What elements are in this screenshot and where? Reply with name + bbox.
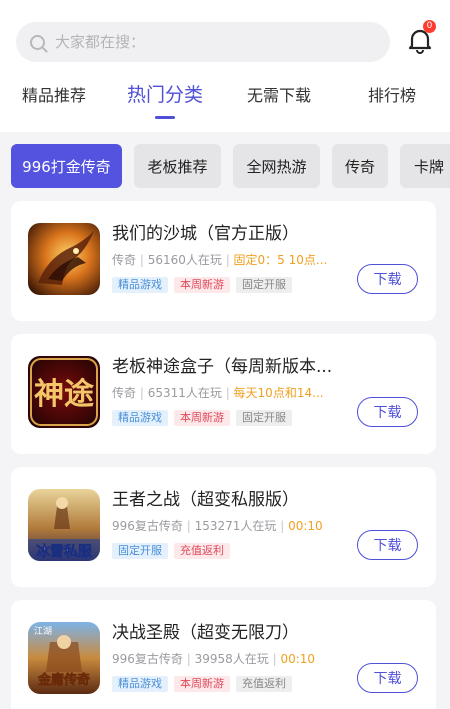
game-icon-text: 神途	[34, 377, 95, 412]
download-button[interactable]: 下载	[357, 264, 418, 294]
tag: 固定开服	[236, 410, 292, 426]
chip-boss-recommend[interactable]: 老板推荐	[134, 144, 221, 188]
tag: 本周新游	[174, 410, 230, 426]
game-meta: 传奇 | 56160人在玩 | 固定0：5 10点...	[112, 253, 328, 267]
game-icon	[28, 223, 100, 295]
game-players: 56160人在玩	[147, 253, 222, 267]
notification-badge: 0	[423, 20, 436, 33]
tag: 精品游戏	[112, 676, 168, 692]
game-card[interactable]: 冰雪私服 王者之战（超变私服版） 996复古传奇 | 153271人在玩 | 0…	[11, 467, 436, 587]
game-players: 153271人在玩	[194, 519, 277, 533]
chip-cards[interactable]: 卡牌	[400, 144, 450, 188]
tag: 充值返利	[236, 676, 292, 692]
tab-no-download[interactable]: 无需下载	[247, 82, 311, 106]
game-card[interactable]: 江湖 金庸传奇 决战圣殿（超变无限刀） 996复古传奇 | 39958人在玩 |…	[11, 600, 436, 709]
tag: 固定开服	[236, 277, 292, 293]
game-title: 我们的沙城（官方正版）	[112, 224, 299, 244]
game-schedule: 每天10点和14...	[233, 386, 324, 400]
game-meta: 996复古传奇 | 153271人在玩 | 00:10	[112, 519, 323, 533]
game-title: 决战圣殿（超变无限刀）	[112, 623, 299, 643]
game-tags: 精品游戏 本周新游 固定开服	[112, 410, 292, 426]
tab-hot-categories[interactable]: 热门分类	[127, 80, 204, 119]
game-genre: 传奇	[112, 386, 137, 400]
search-input[interactable]	[55, 33, 355, 51]
active-tab-indicator	[155, 116, 175, 119]
tab-featured[interactable]: 精品推荐	[22, 82, 86, 106]
download-button[interactable]: 下载	[357, 530, 418, 560]
game-genre: 996复古传奇	[112, 519, 183, 533]
category-tabs: 精品推荐 热门分类 无需下载 排行榜	[0, 82, 450, 122]
game-icon: 神途	[28, 356, 100, 428]
game-tags: 精品游戏 本周新游 固定开服	[112, 277, 292, 293]
top-header: 0 精品推荐 热门分类 无需下载 排行榜	[0, 0, 450, 132]
game-players: 65311人在玩	[147, 386, 222, 400]
game-meta: 996复古传奇 | 39958人在玩 | 00:10	[112, 652, 316, 666]
notification-button[interactable]: 0	[406, 20, 436, 54]
game-genre: 传奇	[112, 253, 137, 267]
game-schedule: 00:10	[288, 519, 323, 533]
game-tags: 精品游戏 本周新游 充值返利	[112, 676, 292, 692]
tag: 本周新游	[174, 277, 230, 293]
game-title: 王者之战（超变私服版）	[112, 490, 299, 510]
tag: 精品游戏	[112, 277, 168, 293]
download-button[interactable]: 下载	[357, 397, 418, 427]
game-title: 老板神途盒子（每周新版本...	[112, 357, 333, 377]
tag: 充值返利	[174, 543, 230, 559]
game-schedule: 00:10	[280, 652, 316, 666]
game-icon: 冰雪私服	[28, 489, 100, 561]
game-icon-text: 冰雪私服	[36, 543, 93, 560]
tab-hot-categories-label: 热门分类	[127, 84, 204, 106]
game-card[interactable]: 神途 老板神途盒子（每周新版本... 传奇 | 65311人在玩 | 每天10点…	[11, 334, 436, 454]
game-schedule: 固定0：5 10点...	[233, 253, 328, 267]
chip-996[interactable]: 996打金传奇	[11, 144, 122, 188]
chip-legend[interactable]: 传奇	[332, 144, 388, 188]
category-chips: 996打金传奇 老板推荐 全网热游 传奇 卡牌	[0, 144, 450, 190]
tag: 本周新游	[174, 676, 230, 692]
game-tags: 固定开服 充值返利	[112, 543, 230, 559]
tag: 精品游戏	[112, 410, 168, 426]
tab-ranking[interactable]: 排行榜	[368, 82, 416, 106]
game-players: 39958人在玩	[194, 652, 269, 666]
game-icon: 江湖 金庸传奇	[28, 622, 100, 694]
game-icon-text: 金庸传奇	[37, 672, 90, 688]
tag: 固定开服	[112, 543, 168, 559]
game-genre: 996复古传奇	[112, 652, 183, 666]
download-button[interactable]: 下载	[357, 663, 418, 693]
search-bar[interactable]	[16, 22, 390, 62]
game-meta: 传奇 | 65311人在玩 | 每天10点和14...	[112, 386, 324, 400]
chip-hot-games[interactable]: 全网热游	[233, 144, 320, 188]
game-icon-corner-text: 江湖	[34, 626, 52, 637]
game-card[interactable]: 我们的沙城（官方正版） 传奇 | 56160人在玩 | 固定0：5 10点...…	[11, 201, 436, 321]
search-icon	[30, 34, 45, 50]
